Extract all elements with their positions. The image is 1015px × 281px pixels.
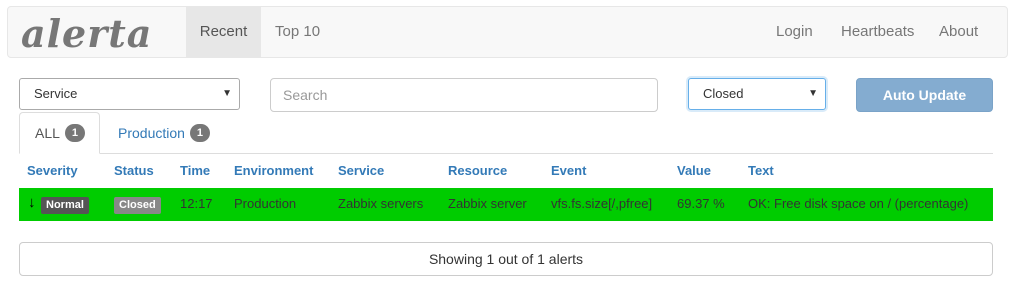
column-header-status[interactable]: Status xyxy=(114,163,154,178)
search-input[interactable]: Search xyxy=(270,78,658,112)
column-header-text[interactable]: Text xyxy=(748,163,774,178)
column-header-time[interactable]: Time xyxy=(180,163,210,178)
cell-resource: Zabbix server xyxy=(448,196,527,211)
chevron-down-icon: ▼ xyxy=(808,88,818,99)
cell-event: vfs.fs.size[/,pfree] xyxy=(551,196,653,211)
cell-text: OK: Free disk space on / (percentage) xyxy=(748,196,969,211)
service-select-value: Service xyxy=(34,86,78,101)
column-header-service[interactable]: Service xyxy=(338,163,384,178)
arrow-down-icon: ↓ xyxy=(28,194,36,211)
cell-environment: Production xyxy=(234,196,297,211)
count-badge: 1 xyxy=(64,124,85,142)
tab-production[interactable]: Production 1 xyxy=(103,112,225,154)
nav-login[interactable]: Login xyxy=(762,7,827,57)
column-header-environment[interactable]: Environment xyxy=(234,163,313,178)
nav-recent[interactable]: Recent xyxy=(186,7,261,57)
status-select-value: Closed xyxy=(703,86,744,101)
chevron-down-icon: ▼ xyxy=(222,88,232,99)
status-badge: Closed xyxy=(114,197,161,214)
alerts-summary: Showing 1 out of 1 alerts xyxy=(19,242,993,276)
column-header-severity[interactable]: Severity xyxy=(27,163,78,178)
nav-top-10[interactable]: Top 10 xyxy=(261,7,334,57)
status-select[interactable]: Closed ▼ xyxy=(688,78,826,110)
tab-label: Production xyxy=(118,125,185,141)
brand-logo[interactable]: alerta xyxy=(21,8,152,58)
column-header-resource[interactable]: Resource xyxy=(448,163,507,178)
tab-label: ALL xyxy=(35,125,60,141)
severity-badge: Normal xyxy=(41,197,89,214)
cell-service: Zabbix servers xyxy=(338,196,424,211)
count-badge: 1 xyxy=(189,124,210,142)
column-header-event[interactable]: Event xyxy=(551,163,586,178)
cell-value: 69.37 % xyxy=(677,196,725,211)
column-header-value[interactable]: Value xyxy=(677,163,711,178)
auto-update-button[interactable]: Auto Update xyxy=(856,78,993,112)
nav-heartbeats[interactable]: Heartbeats xyxy=(827,7,928,57)
cell-time: 12:17 xyxy=(180,196,213,211)
navbar: alerta Recent Top 10 Login Heartbeats Ab… xyxy=(7,6,1008,58)
tab-all[interactable]: ALL 1 xyxy=(19,112,100,154)
service-select[interactable]: Service ▼ xyxy=(19,78,240,110)
nav-about[interactable]: About xyxy=(925,7,992,57)
